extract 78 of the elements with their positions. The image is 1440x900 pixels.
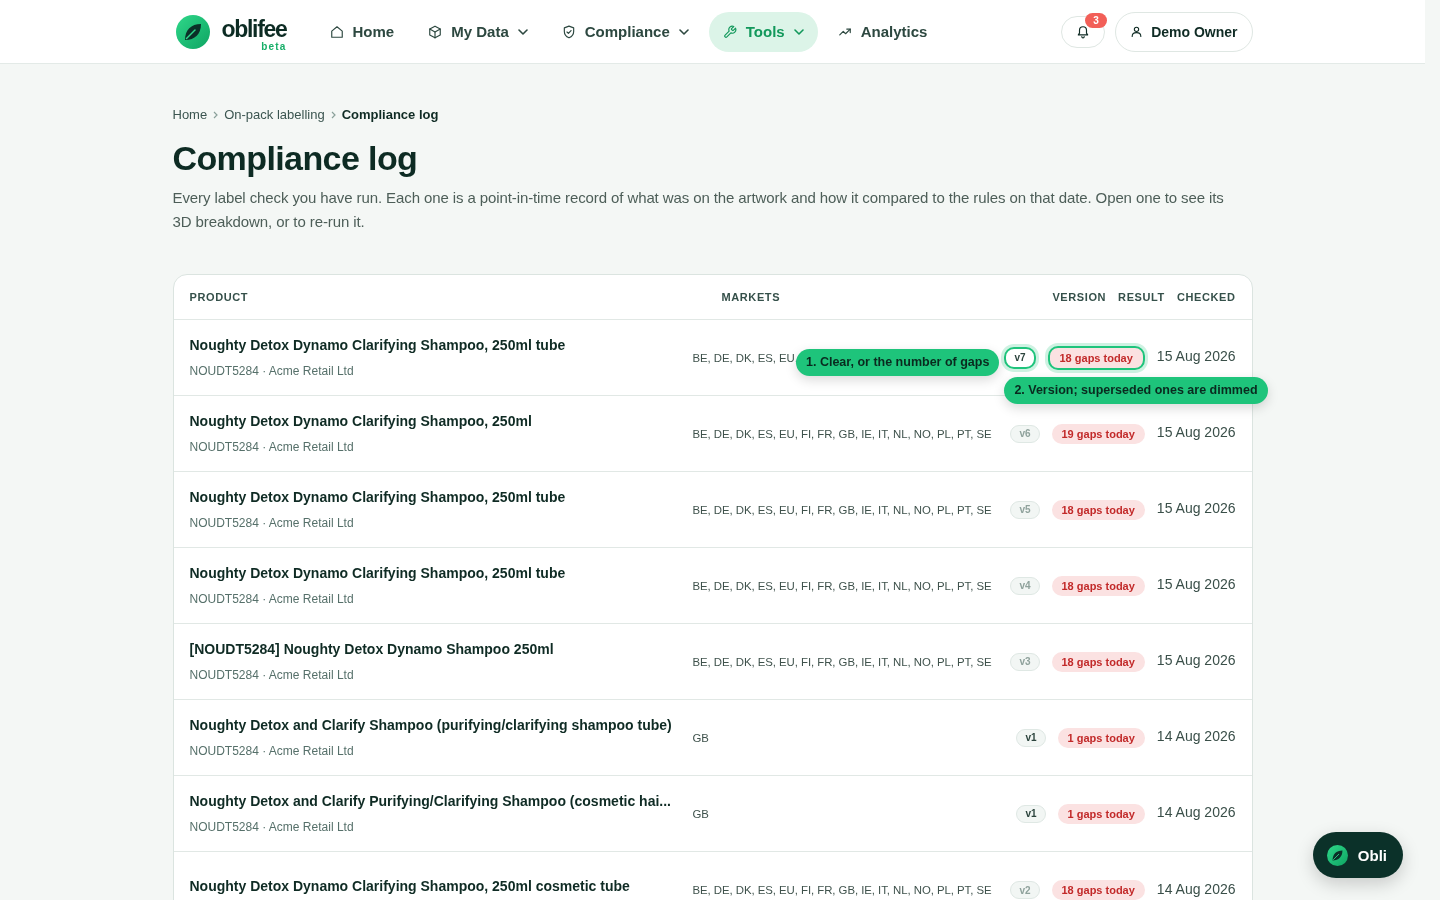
assistant-button[interactable]: Obli <box>1312 832 1403 878</box>
version-badge: v7 <box>1004 346 1036 369</box>
version-badge: v1 <box>1016 728 1046 747</box>
result-badge: 18 gaps today <box>1051 651 1145 672</box>
checked-date: 15 Aug 2026 <box>1156 652 1236 668</box>
wrench-icon <box>722 24 737 39</box>
product-name[interactable]: Noughty Detox and Clarify Purifying/Clarifying Shampoo (cosmetic hai... <box>189 792 681 810</box>
bell-icon <box>1076 24 1091 39</box>
product-name[interactable]: Noughty Detox Dynamo Clarifying Shampoo, 250ml cosmetic tube <box>189 876 681 895</box>
product-meta: NOUDT5284 · Acme Retail Ltd <box>189 743 355 759</box>
checked-date: 15 Aug 2026 <box>1156 424 1236 440</box>
product-name[interactable]: Noughty Detox Dynamo Clarifying Shampoo, 250ml tube <box>189 336 681 354</box>
tour-tooltip: 2. Version; superseded ones are dimmed <box>1004 376 1268 404</box>
product-meta: NOUDT5284 · Acme Retail Ltd <box>189 515 355 531</box>
checked-date: 15 Aug 2026 <box>1156 348 1236 364</box>
logo-icon <box>175 14 210 49</box>
checked-date: 14 Aug 2026 <box>1156 880 1236 897</box>
nav-item[interactable]: Compliance <box>547 11 703 52</box>
product-meta: NOUDT5284 · Acme Retail Ltd <box>189 439 355 455</box>
leaf-icon <box>1326 844 1348 866</box>
checked-date: 14 Aug 2026 <box>1156 728 1236 744</box>
nav-item[interactable]: My Data <box>414 11 542 52</box>
checked-date: 15 Aug 2026 <box>1156 500 1236 516</box>
column-header: CHECKED <box>1176 291 1236 303</box>
markets-text: GB <box>692 731 709 744</box>
version-badge: v2 <box>1010 881 1040 899</box>
chevron-icon <box>213 111 219 119</box>
breadcrumb-link[interactable]: On-pack labelling <box>224 106 325 124</box>
tour-tooltip: 1. Clear, or the number of gaps <box>796 348 1000 376</box>
version-badge: v4 <box>1010 576 1040 595</box>
product-name[interactable]: Noughty Detox Dynamo Clarifying Shampoo, 250ml tube <box>189 564 681 582</box>
user-icon <box>1130 25 1144 38</box>
markets-text: BE, DE, DK, ES, EU, FI, FR, GB, IE, IT, NL, NO, PL, PT, SE <box>692 579 992 592</box>
home-icon <box>329 24 344 39</box>
beta-tag: beta <box>261 41 287 52</box>
shield-icon <box>561 24 576 39</box>
product-name[interactable]: [NOUDT5284] Noughty Detox Dynamo Shampoo 250ml <box>189 640 681 658</box>
product-meta: NOUDT5284 · Acme Retail Ltd <box>189 667 355 683</box>
markets-text: BE, DE, DK, ES, EU, <box>692 351 798 364</box>
result-badge: 18 gaps today <box>1047 345 1145 370</box>
markets-text: GB <box>692 807 709 820</box>
result-badge: 1 gaps today <box>1057 803 1145 824</box>
markets-text: BE, DE, DK, ES, EU, FI, FR, GB, IE, IT, NL, NO, PL, PT, SE <box>692 884 992 896</box>
column-header: VERSION <box>1052 291 1107 303</box>
column-header: MARKETS <box>721 291 782 303</box>
product-meta: NOUDT5284 · Acme Retail Ltd <box>189 591 355 607</box>
markets-text: BE, DE, DK, ES, EU, FI, FR, GB, IE, IT, NL, NO, PL, PT, SE <box>692 427 992 440</box>
version-badge: v6 <box>1010 424 1040 443</box>
brand-name: oblifee <box>221 17 287 41</box>
product-name[interactable]: Noughty Detox Dynamo Clarifying Shampoo, 250ml tube <box>189 488 681 506</box>
column-header: RESULT <box>1118 291 1165 303</box>
notification-count-badge: 3 <box>1085 12 1108 28</box>
result-badge: 18 gaps today <box>1051 575 1145 596</box>
account-button[interactable]: Demo Owner <box>1115 11 1253 52</box>
checked-date: 14 Aug 2026 <box>1156 804 1236 820</box>
product-meta: NOUDT5284 · Acme Retail Ltd <box>189 363 355 379</box>
result-badge: 18 gaps today <box>1051 499 1145 520</box>
result-badge: 18 gaps today <box>1051 880 1145 900</box>
product-name[interactable]: Noughty Detox and Clarify Shampoo (purifying/clarifying shampoo tube) <box>189 716 681 734</box>
markets-text: BE, DE, DK, ES, EU, FI, FR, GB, IE, IT, NL, NO, PL, PT, SE <box>692 655 992 668</box>
product-meta: NOUDT5284 · Acme Retail Ltd <box>189 819 355 835</box>
page-title: Compliance log <box>172 138 419 178</box>
version-badge: v1 <box>1016 804 1046 823</box>
nav-item[interactable]: Home <box>315 11 409 52</box>
result-badge: 1 gaps today <box>1057 727 1145 748</box>
breadcrumb-link[interactable]: Compliance log <box>341 106 439 124</box>
version-badge: v5 <box>1010 500 1040 519</box>
chevron-icon <box>330 111 336 119</box>
product-name[interactable]: Noughty Detox Dynamo Clarifying Shampoo, 250ml <box>189 412 681 430</box>
cube-icon <box>428 24 443 39</box>
breadcrumb-link[interactable]: Home <box>172 106 208 124</box>
page-description: Every label check you have run. Each one is a point-in-time record of what was on the artwork and how it compared to the rules on that date. Open one to see its 3D breakdown, or to re-run it. <box>172 188 1225 232</box>
markets-text: BE, DE, DK, ES, EU, FI, FR, GB, IE, IT, NL, NO, PL, PT, SE <box>692 503 992 516</box>
column-header: PRODUCT <box>189 291 250 303</box>
version-badge: v3 <box>1010 652 1040 671</box>
result-badge: 19 gaps today <box>1051 423 1145 444</box>
checked-date: 15 Aug 2026 <box>1156 576 1236 592</box>
nav-item[interactable]: Analytics <box>823 11 942 52</box>
